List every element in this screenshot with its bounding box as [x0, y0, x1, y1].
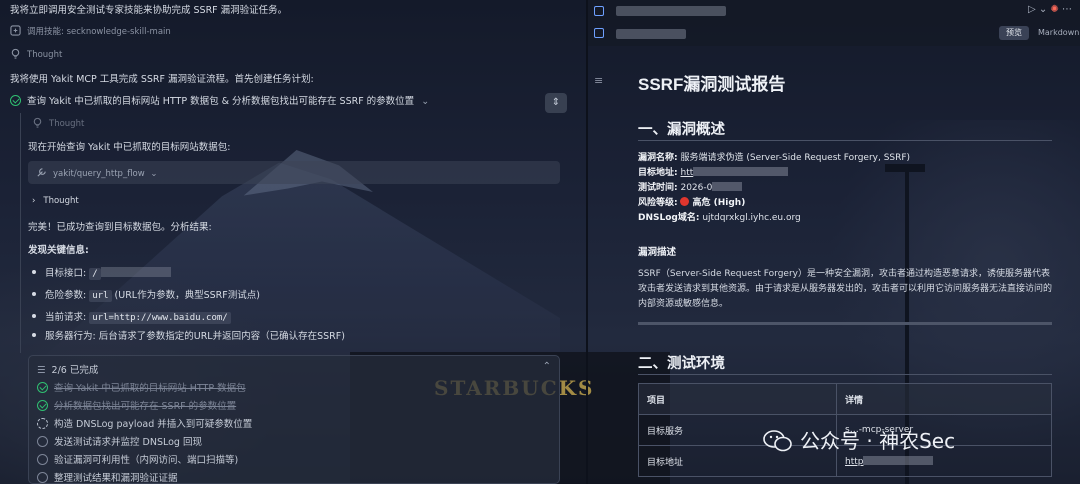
- redacted-text: [712, 182, 743, 191]
- skill-icon: [10, 25, 21, 36]
- redacted-text: [863, 455, 934, 465]
- task-query-label: 查询 Yakit 中已抓取的目标网站 HTTP 数据包 & 分析数据包找出可能存…: [27, 96, 415, 107]
- lightbulb-icon: [11, 48, 20, 59]
- todo-item: 分析数据包找出可能存在 SSRF 的参数位置: [37, 398, 236, 412]
- toolbar-icons: ▷ ⌄ ✺ ⋯: [1028, 4, 1072, 15]
- description-text: SSRF（Server-Side Request Forgery）是一种安全漏洞…: [638, 269, 1053, 309]
- pending-circle-icon: [37, 454, 48, 465]
- field-row: 漏洞名称: 服务端请求伪造 (Server-Side Request Forge…: [638, 153, 911, 163]
- file-icon: [594, 28, 604, 38]
- outline-icon[interactable]: ≡: [594, 74, 603, 87]
- check-circle-icon: [37, 400, 48, 411]
- check-circle-icon: [10, 95, 21, 106]
- finding-item: 当前请求: url=http://www.baidu.com/: [32, 309, 231, 324]
- chevron-down-icon[interactable]: ⌄: [1039, 4, 1047, 15]
- thought-label: Thought: [27, 50, 63, 60]
- collapse-icon[interactable]: ⌃: [543, 361, 551, 372]
- finding-item: 目标接口: /: [32, 265, 171, 280]
- table-header: 详情: [836, 383, 1052, 415]
- extension-icon[interactable]: ✺: [1050, 4, 1058, 15]
- intro-text: 我将立即调用安全测试专家技能来协助完成 SSRF 漏洞验证任务。: [10, 5, 288, 16]
- field-row: 目标地址: htt: [638, 165, 789, 178]
- redacted-filename: [616, 6, 726, 16]
- plan-text: 我将使用 Yakit MCP 工具完成 SSRF 漏洞验证流程。首先创建任务计划…: [10, 74, 314, 85]
- tab-preview[interactable]: 预览: [999, 26, 1029, 40]
- chevron-down-icon: ⌄: [421, 96, 430, 107]
- thought-toggle-2[interactable]: Thought: [32, 117, 84, 129]
- pending-circle-icon: [37, 472, 48, 483]
- todo-item: 发送测试请求并监控 DNSLog 回现: [37, 434, 202, 448]
- tab-markdown[interactable]: Markdown: [1038, 28, 1079, 37]
- todo-progress-label: 2/6 已完成: [51, 365, 99, 376]
- table-header-row: 项目 详情: [638, 383, 1052, 415]
- report-title: SSRF漏洞测试报告: [638, 75, 786, 94]
- preview-panel: ▷ ⌄ ✺ ⋯ 预览 Markdown ≡ SSRF漏洞测试报告 一、漏洞概述 …: [588, 0, 1080, 484]
- section-heading: 一、漏洞概述: [638, 122, 725, 138]
- chevron-right-icon: ›: [32, 196, 36, 206]
- todo-item: 验证漏洞可利用性（内网访问、端口扫描等): [37, 452, 238, 466]
- thought-label: Thought: [43, 196, 79, 206]
- redacted-filename: [616, 29, 686, 39]
- more-icon[interactable]: ⋯: [1062, 4, 1072, 15]
- todo-item: 整理测试结果和漏洞验证证据: [37, 470, 178, 484]
- finding-item: 服务器行为: 后台请求了参数指定的URL并返回内容（已确认存在SSRF): [32, 328, 345, 342]
- todo-item: 查询 Yakit 中已抓取的目标网站 HTTP 数据包: [37, 380, 246, 394]
- check-circle-icon: [37, 382, 48, 393]
- todo-progress[interactable]: ☰ 2/6 已完成: [37, 362, 98, 376]
- tool-call-box[interactable]: yakit/query_http_flow ⌄: [28, 161, 560, 184]
- thought-label: Thought: [49, 119, 85, 129]
- done-text: 完美！已成功查询到目标数据包。分析结果:: [28, 222, 212, 233]
- field-row: 风险等级: 高危 (High): [638, 197, 746, 208]
- field-row: DNSLog域名: ujtdqrxkgl.iyhc.eu.org: [638, 213, 801, 223]
- table-header: 项目: [638, 383, 837, 415]
- red-circle-icon: [680, 197, 690, 206]
- tool-name: yakit/query_http_flow: [53, 169, 145, 179]
- wechat-icon: [763, 430, 792, 452]
- skill-call[interactable]: 调用技能: secknowledge-skill-main: [10, 25, 171, 37]
- todo-item: 构造 DNSLog payload 并插入到可疑参数位置: [37, 416, 252, 430]
- section-heading: 二、测试环境: [638, 356, 725, 372]
- in-progress-icon: [37, 418, 48, 429]
- wrench-icon: [37, 168, 46, 177]
- start-query-text: 现在开始查询 Yakit 中已抓取的目标网站数据包:: [28, 142, 231, 153]
- redacted-text: [100, 267, 171, 277]
- todo-panel: ☰ 2/6 已完成 ⌃ 查询 Yakit 中已抓取的目标网站 HTTP 数据包 分…: [28, 355, 560, 484]
- file-icon: [594, 6, 604, 16]
- editor-header: ▷ ⌄ ✺ ⋯ 预览 Markdown: [588, 0, 1080, 46]
- chat-panel: 我将立即调用安全测试专家技能来协助完成 SSRF 漏洞验证任务。 调用技能: s…: [0, 0, 586, 484]
- task-query[interactable]: 查询 Yakit 中已抓取的目标网站 HTTP 数据包 & 分析数据包找出可能存…: [10, 93, 429, 107]
- findings-title: 发现关键信息:: [28, 245, 89, 256]
- thread-line: [20, 113, 21, 353]
- redacted-text: [693, 167, 789, 176]
- thought-toggle-3[interactable]: › Thought: [32, 196, 79, 206]
- run-icon[interactable]: ▷: [1028, 4, 1036, 15]
- field-row: 测试时间: 2026-0: [638, 180, 743, 193]
- list-icon: ☰: [37, 365, 46, 376]
- chevron-down-icon: ⌄: [150, 169, 158, 179]
- collapse-button[interactable]: ⇕: [545, 93, 567, 113]
- thought-toggle-1[interactable]: Thought: [10, 48, 62, 60]
- watermark: 公众号 · 神农Sec: [762, 425, 955, 454]
- lightbulb-icon: [33, 117, 42, 128]
- pending-circle-icon: [37, 436, 48, 447]
- finding-item: 危险参数: url (URL作为参数，典型SSRF测试点): [32, 287, 260, 302]
- skill-call-label: 调用技能: secknowledge-skill-main: [27, 27, 171, 37]
- subsection-heading: 漏洞描述: [638, 247, 677, 258]
